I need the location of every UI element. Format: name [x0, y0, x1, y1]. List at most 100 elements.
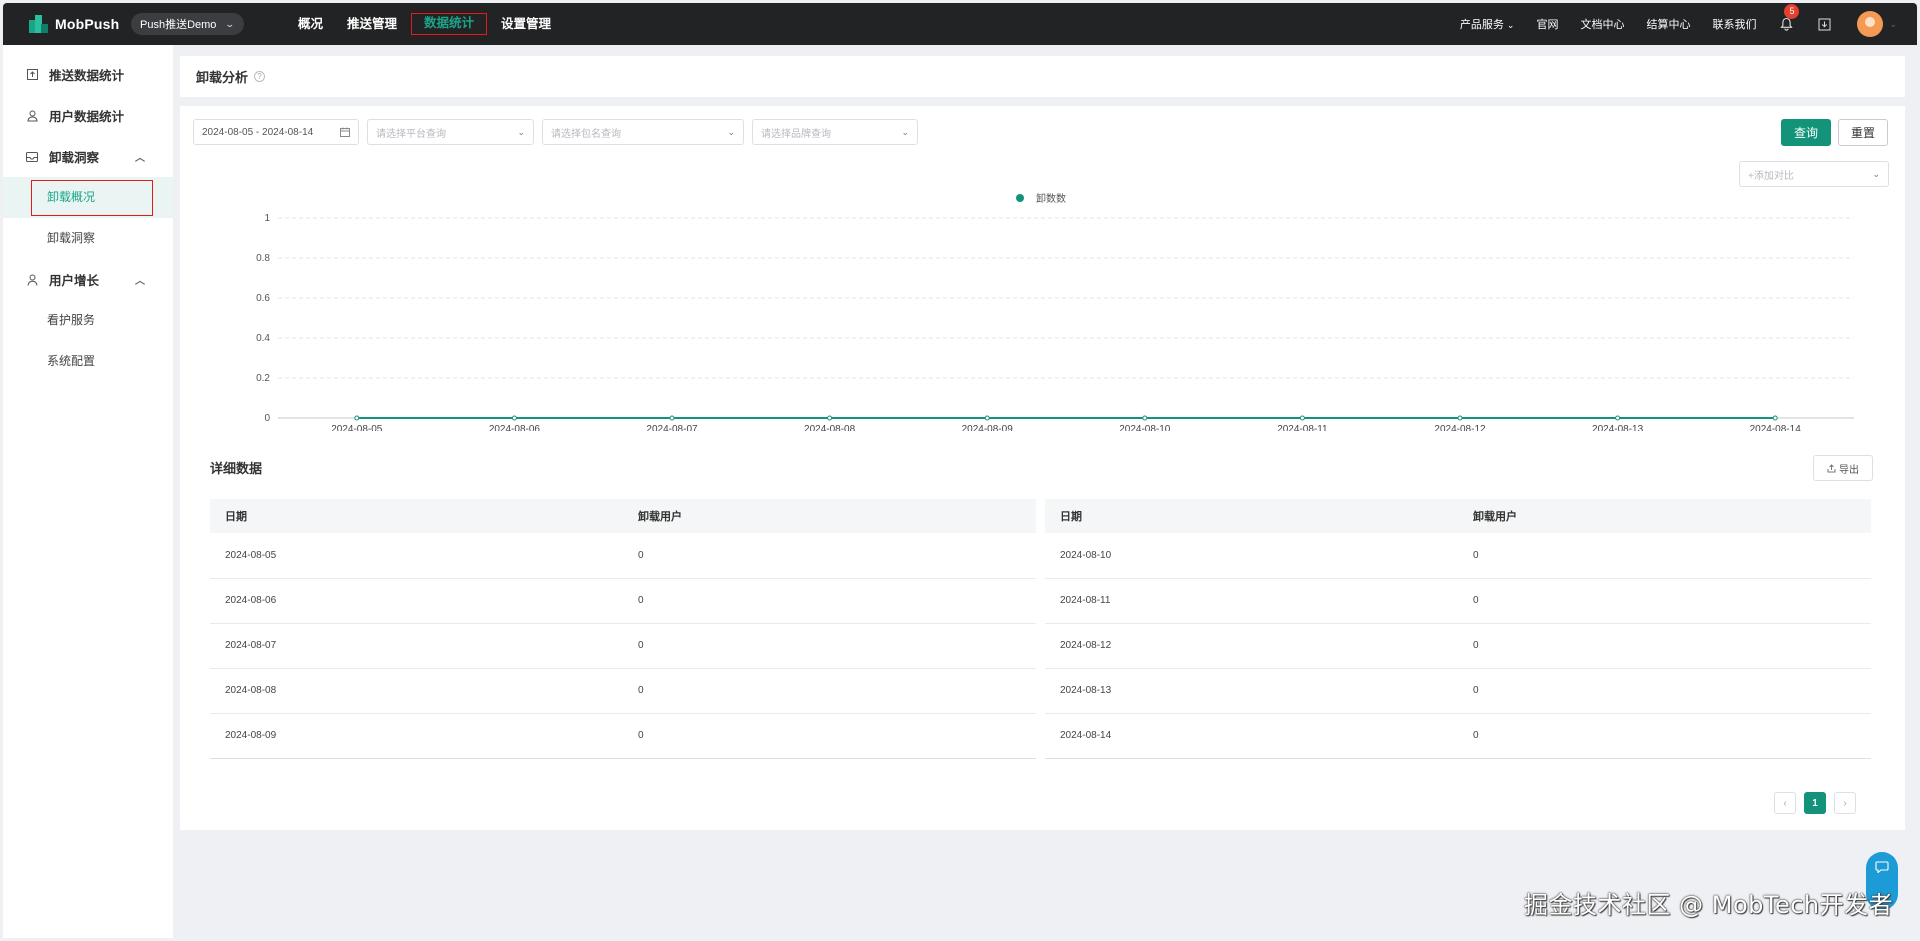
x-tick-label: 2024-08-09	[962, 424, 1014, 431]
data-point	[511, 415, 517, 421]
watermark: 掘金技术社区 @ MobTech开发者	[1524, 891, 1894, 919]
filter-bar: 2024-08-05 - 2024-08-14 请选择平台查询 ⌄ 请选择包名查…	[193, 119, 918, 145]
table-row: 2024-08-09 0	[210, 713, 1036, 759]
cell-date: 2024-08-13	[1045, 668, 1458, 714]
download-button[interactable]	[1813, 13, 1835, 35]
next-page-button[interactable]: ›	[1834, 792, 1856, 814]
sidebar-item-care-service[interactable]: 看护服务	[3, 300, 173, 341]
sidebar-item-push-stats[interactable]: 推送数据统计	[3, 54, 173, 95]
nav-push-management[interactable]: 推送管理	[335, 13, 409, 35]
platform-select[interactable]: 请选择平台查询 ⌄	[367, 119, 534, 145]
reset-button[interactable]: 重置	[1838, 119, 1888, 146]
user-avatar[interactable]	[1857, 11, 1884, 37]
sidebar-item-system-config[interactable]: 系统配置	[3, 341, 173, 382]
cell-uninstall-users: 0	[623, 578, 1036, 624]
main-panel: 2024-08-05 - 2024-08-14 请选择平台查询 ⌄ 请选择包名查…	[180, 106, 1905, 830]
sidebar-item-user-growth[interactable]: 用户增长 ︿	[3, 259, 173, 300]
logo[interactable]: MobPush	[27, 14, 123, 34]
cell-uninstall-users: 0	[623, 533, 1036, 579]
nav-overview[interactable]: 概况	[286, 13, 335, 35]
logo-text: MobPush	[55, 16, 120, 32]
x-tick-label: 2024-08-13	[1592, 424, 1644, 431]
sidebar-item-uninstall-insight[interactable]: 卸载洞察 ︿	[3, 136, 173, 177]
chevron-up-icon: ︿	[135, 153, 145, 164]
sidebar-item-label: 推送数据统计	[49, 69, 125, 83]
cell-uninstall-users: 0	[623, 623, 1036, 669]
column-header-date: 日期	[1045, 499, 1458, 533]
nav-data-statistics[interactable]: 数据统计	[411, 13, 488, 35]
brand-select[interactable]: 请选择品牌查询 ⌄	[752, 119, 918, 145]
nav-billing[interactable]: 结算中心	[1635, 16, 1701, 32]
y-tick-label: 0.2	[256, 373, 270, 384]
legend-label: 卸数数	[1036, 192, 1066, 205]
chevron-down-icon: ⌄	[1506, 20, 1515, 30]
table-row: 2024-08-05 0	[210, 533, 1036, 579]
x-tick-label: 2024-08-07	[646, 424, 698, 431]
notification-button[interactable]: 5	[1775, 4, 1800, 35]
help-icon[interactable]: ?	[254, 71, 266, 82]
data-point	[1299, 415, 1305, 421]
query-button[interactable]: 查询	[1781, 119, 1831, 146]
x-tick-label: 2024-08-05	[331, 424, 383, 431]
export-button[interactable]: 导出	[1813, 455, 1873, 481]
cell-date: 2024-08-06	[210, 578, 623, 624]
nav-docs[interactable]: 文档中心	[1569, 16, 1635, 32]
chevron-up-icon: ︿	[135, 276, 145, 287]
cell-uninstall-users: 0	[623, 668, 1036, 714]
sidebar-item-user-stats[interactable]: 用户数据统计	[3, 95, 173, 136]
y-tick-label: 0.6	[256, 293, 270, 304]
page-number[interactable]: 1	[1804, 792, 1826, 814]
cell-date: 2024-08-11	[1045, 578, 1458, 624]
nav-official-site[interactable]: 官网	[1525, 16, 1569, 32]
detail-title: 详细数据	[210, 461, 263, 476]
prev-page-button[interactable]: ‹	[1774, 792, 1796, 814]
add-compare-select[interactable]: +添加对比 ⌄	[1739, 161, 1889, 187]
download-icon	[1818, 18, 1831, 30]
table-row: 2024-08-08 0	[210, 668, 1036, 714]
x-tick-label: 2024-08-10	[1119, 424, 1171, 431]
main-nav: 概况 推送管理 数据统计 设置管理	[286, 13, 563, 35]
x-tick-label: 2024-08-12	[1434, 424, 1486, 431]
data-point	[669, 415, 675, 421]
sidebar: 推送数据统计 用户数据统计 卸载洞察 ︿ 卸载概况 卸载洞察 用户增长 ︿ 看护…	[3, 45, 173, 938]
sidebar-item-label: 用户数据统计	[49, 110, 125, 124]
data-point	[1772, 415, 1778, 421]
app-selector[interactable]: Push推送Demo ⌄	[131, 13, 244, 35]
person-icon	[25, 273, 39, 287]
column-header-uninstall-users: 卸载用户	[1458, 499, 1871, 533]
cell-uninstall-users: 0	[1458, 713, 1871, 759]
data-point	[354, 415, 360, 421]
sidebar-item-uninstall-detail[interactable]: 卸载洞察	[3, 218, 173, 259]
upload-box-icon	[25, 68, 39, 82]
data-point	[1615, 415, 1621, 421]
chevron-down-icon: ⌄	[517, 126, 525, 137]
table-row: 2024-08-11 0	[1045, 578, 1871, 624]
date-range-value: 2024-08-05 - 2024-08-14	[202, 126, 314, 138]
right-nav: 产品服务 ⌄ 官网 文档中心 结算中心 联系我们 5 ⌄	[1449, 4, 1897, 37]
chevron-down-icon[interactable]: ⌄	[1889, 19, 1897, 30]
cell-uninstall-users: 0	[1458, 623, 1871, 669]
nav-contact[interactable]: 联系我们	[1701, 16, 1767, 32]
add-compare-placeholder: +添加对比	[1748, 170, 1794, 182]
package-select-placeholder: 请选择包名查询	[551, 128, 621, 140]
export-button-label: 导出	[1839, 464, 1859, 476]
cell-date: 2024-08-07	[210, 623, 623, 669]
nav-products[interactable]: 产品服务 ⌄	[1449, 16, 1526, 32]
data-point	[1457, 415, 1463, 421]
cell-uninstall-users: 0	[1458, 578, 1871, 624]
date-range-picker[interactable]: 2024-08-05 - 2024-08-14	[193, 119, 359, 145]
chevron-down-icon: ⌄	[1872, 168, 1880, 179]
package-select[interactable]: 请选择包名查询 ⌄	[542, 119, 744, 145]
detail-table-left: 日期 卸载用户 2024-08-05 0 2024-08-06 0 2024-08-07…	[210, 499, 1036, 759]
sidebar-item-uninstall-overview[interactable]: 卸载概况	[3, 177, 173, 218]
y-tick-label: 0.4	[256, 333, 270, 344]
table-row: 2024-08-13 0	[1045, 668, 1871, 714]
cell-date: 2024-08-08	[210, 668, 623, 714]
table-row: 2024-08-07 0	[210, 623, 1036, 669]
column-header-date: 日期	[210, 499, 623, 533]
notification-badge: 5	[1784, 4, 1800, 19]
bell-icon	[1780, 17, 1793, 31]
nav-settings[interactable]: 设置管理	[489, 13, 563, 35]
y-tick-label: 1	[264, 213, 270, 224]
column-header-uninstall-users: 卸载用户	[623, 499, 1036, 533]
